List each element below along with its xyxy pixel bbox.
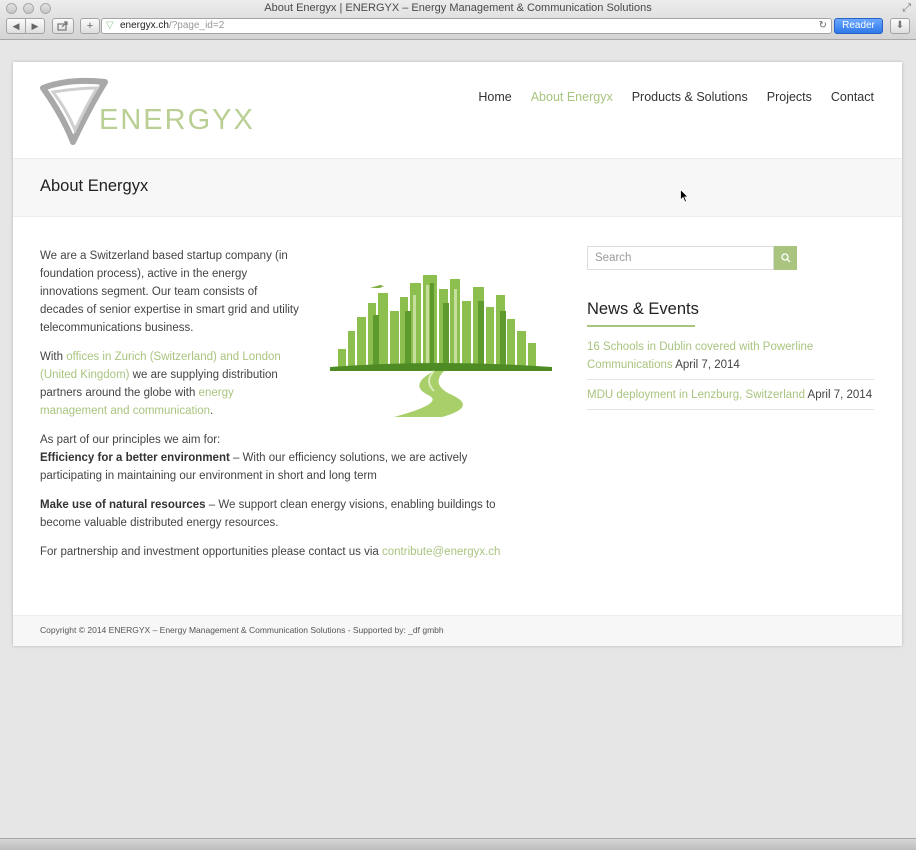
window-title: About Energyx | ENERGYX – Energy Managem… (264, 2, 652, 14)
search-form: Search (587, 246, 874, 270)
site-logo[interactable]: ENERGYX (39, 72, 269, 150)
forward-button[interactable]: ▶ (25, 18, 45, 34)
reader-button[interactable]: Reader (834, 18, 883, 34)
download-icon: ⬇ (895, 20, 905, 31)
main-navigation: Home About Energyx Products & Solutions … (478, 90, 874, 104)
news-item: MDU deployment in Lenzburg, Switzerland … (587, 380, 874, 410)
news-item: 16 Schools in Dublin covered with Powerl… (587, 327, 874, 380)
nav-projects[interactable]: Projects (767, 90, 812, 104)
page-title-bar: About Energyx (13, 158, 902, 217)
favicon-icon: ▽ (106, 20, 114, 31)
news-events-heading: News & Events (587, 300, 699, 318)
search-button[interactable] (774, 246, 797, 270)
energyx-logo-icon: ENERGYX (40, 77, 255, 145)
svg-text:ENERGYX: ENERGYX (99, 104, 255, 136)
page-title: About Energyx (40, 177, 149, 195)
contact-email-link[interactable]: contribute@energyx.ch (382, 546, 500, 558)
add-bookmark-button[interactable]: + (80, 18, 100, 34)
address-bar[interactable]: ▽ energyx.ch/?page_id=2 ↻ (101, 18, 832, 34)
contact-paragraph: For partnership and investment opportuni… (40, 546, 501, 558)
nav-contact[interactable]: Contact (831, 90, 874, 104)
fullscreen-icon[interactable]: ⤢ (902, 2, 911, 15)
page-container: ENERGYX Home About Energyx Products & So… (13, 62, 902, 646)
back-button[interactable]: ◀ (6, 18, 26, 34)
news-date: April 7, 2014 (672, 359, 740, 371)
reload-icon[interactable]: ↻ (819, 19, 827, 33)
nav-about-energyx[interactable]: About Energyx (531, 90, 613, 104)
search-icon (780, 253, 790, 263)
search-input[interactable]: Search (587, 246, 774, 270)
url-path: /?page_id=2 (168, 20, 225, 31)
forward-arrow-icon: ▶ (31, 20, 39, 31)
back-arrow-icon: ◀ (12, 20, 20, 31)
plus-icon: + (86, 20, 94, 32)
copyright-text: Copyright © 2014 ENERGYX – Energy Manage… (40, 625, 444, 635)
green-city-illustration (330, 275, 552, 417)
share-button[interactable] (52, 18, 74, 34)
offices-paragraph: With offices in Zurich (Switzerland) and… (40, 351, 281, 417)
principle-resources-title: Make use of natural resources (40, 499, 206, 511)
site-footer: Copyright © 2014 ENERGYX – Energy Manage… (13, 615, 902, 646)
intro-paragraph: We are a Switzerland based startup compa… (40, 250, 299, 334)
downloads-button[interactable]: ⬇ (890, 18, 910, 34)
nav-products-solutions[interactable]: Products & Solutions (632, 90, 748, 104)
window-bottom-edge (0, 838, 916, 850)
mouse-cursor-icon (680, 189, 689, 203)
principle-resources-paragraph: Make use of natural resources – We suppo… (40, 499, 496, 529)
nav-home[interactable]: Home (478, 90, 511, 104)
share-icon (57, 21, 68, 31)
sidebar: Search News & Events 16 Schools in Dubli… (587, 246, 874, 410)
news-link-lenzburg-mdu[interactable]: MDU deployment in Lenzburg, Switzerland (587, 389, 805, 401)
principle-efficiency-title: Efficiency for a better environment (40, 452, 230, 464)
browser-toolbar: About Energyx | ENERGYX – Energy Managem… (0, 0, 916, 40)
principles-paragraph: As part of our principles we aim for: Eff… (40, 434, 468, 482)
news-date: April 7, 2014 (804, 389, 873, 401)
url-host: energyx.ch (120, 20, 169, 31)
